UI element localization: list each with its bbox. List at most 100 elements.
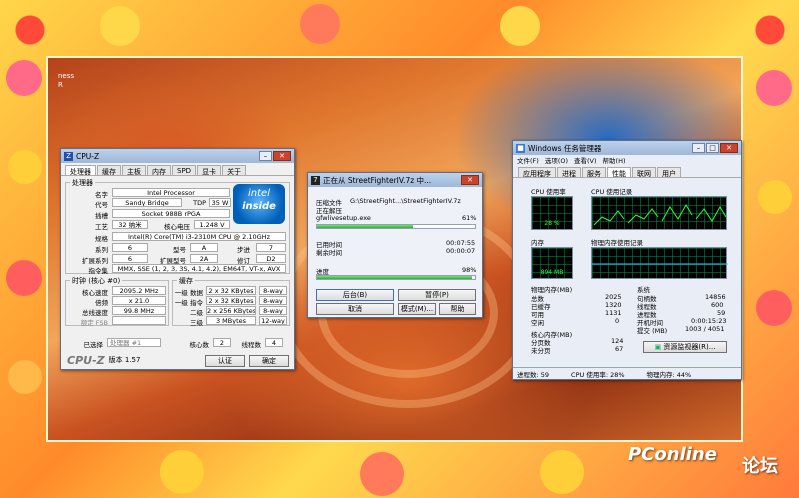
strawberry-decoration [756, 290, 792, 326]
validate-button[interactable]: 认证 [205, 355, 245, 367]
cake-decoration [160, 450, 204, 494]
l2-label: 二级 [190, 309, 203, 317]
tab-graphics[interactable]: 显卡 [197, 165, 222, 176]
instructions-label: 指令集 [88, 267, 109, 275]
menu-help[interactable]: 帮助(H) [603, 155, 626, 165]
ok-button[interactable]: 确定 [249, 355, 289, 367]
menu-view[interactable]: 查看(V) [574, 155, 597, 165]
package-value: Socket 988B rPGA [112, 209, 230, 218]
background-button[interactable]: 后台(B) [316, 289, 394, 301]
voltage-label: 核心电压 [164, 223, 190, 231]
memory-gauge: 894 MB [531, 247, 573, 279]
tab-users[interactable]: 用户 [657, 167, 681, 178]
cancel-button[interactable]: 取消 [316, 303, 394, 315]
file-progress-bar [316, 224, 476, 229]
pconline-watermark: PConline [628, 444, 717, 465]
resource-monitor-button[interactable]: ▣ 资源监视器(R)... [643, 341, 727, 353]
version-label: 版本 1.57 [108, 356, 141, 364]
commit-value: 1003 / 4051 [685, 325, 725, 333]
tab-applications[interactable]: 应用程序 [518, 167, 556, 178]
revision-value: D2 [256, 254, 286, 263]
core-speed-value: 2095.2 MHz [112, 286, 166, 295]
minimize-button[interactable]: – [259, 151, 272, 161]
taskmgr-titlebar[interactable]: ■ Windows 任务管理器 – □ ✕ [513, 141, 741, 155]
cpuz-logo: CPU-Z [67, 353, 105, 367]
l3-way: 12-way [259, 316, 287, 325]
multiplier-label: 倍频 [95, 299, 108, 307]
tab-memory[interactable]: 内存 [147, 165, 171, 176]
l1-inst-way: 8-way [259, 296, 287, 305]
clocks-group: 时钟 (核心 #0) 核心速度 2095.2 MHz 倍频 x 21.0 总线速… [65, 276, 169, 327]
family-value: 6 [112, 243, 148, 252]
tab-services[interactable]: 服务 [582, 167, 606, 178]
nonpaged-value: 67 [615, 345, 624, 353]
close-button[interactable]: ✕ [720, 143, 738, 153]
memory-history-label: 物理内存使用记录 [591, 239, 643, 247]
cpu-usage-gauge: 28 % [531, 196, 573, 230]
l1-data-label: 一级 数据 [174, 289, 203, 297]
menu-options[interactable]: 选项(O) [545, 155, 568, 165]
tab-performance[interactable]: 性能 [607, 167, 631, 178]
commit-label: 提交 (MB) [637, 327, 668, 335]
cpuz-titlebar[interactable]: Z CPU-Z – ✕ [61, 149, 294, 163]
remaining-label: 剩余时间 [316, 249, 342, 257]
help-button[interactable]: 帮助 [439, 303, 476, 315]
l3-label: 三级 [190, 319, 203, 327]
selection-label: 已选择 [83, 341, 104, 349]
stepping-label: 步进 [237, 246, 250, 254]
tab-networking[interactable]: 联网 [632, 167, 656, 178]
handles-value: 14856 [705, 293, 726, 301]
multiplier-value: x 21.0 [112, 296, 166, 305]
tab-processes[interactable]: 进程 [557, 167, 581, 178]
7zip-titlebar[interactable]: 7 正在从 StreetFighterIV.7z 中... ✕ [308, 173, 482, 187]
total-progress-bar [316, 275, 476, 280]
tab-processor[interactable]: 处理器 [65, 165, 96, 176]
ext-family-label: 扩展系列 [82, 257, 108, 265]
bus-speed-value: 99.8 MHz [112, 306, 166, 315]
bus-speed-label: 总线速度 [82, 309, 108, 317]
tab-cache[interactable]: 缓存 [97, 165, 121, 176]
nonpaged-label: 未分页 [531, 347, 551, 355]
fsb-label: 额定 FSB [80, 319, 108, 327]
tab-mainboard[interactable]: 主板 [122, 165, 146, 176]
window-title: Windows 任务管理器 [528, 143, 602, 153]
l2-value: 2 x 256 KBytes [206, 306, 256, 315]
resource-monitor-icon: ▣ [654, 343, 662, 351]
close-button[interactable]: ✕ [273, 151, 291, 161]
memory-history-graph [591, 247, 728, 279]
close-button[interactable]: ✕ [461, 175, 479, 185]
available-value: 1131 [605, 309, 622, 317]
cake-decoration [8, 360, 42, 394]
processes-value: 59 [717, 309, 726, 317]
cpu-usage-label: CPU 使用率 [531, 188, 566, 196]
current-file: gfwlivesetup.exe [316, 214, 371, 222]
tab-spd[interactable]: SPD [172, 165, 197, 175]
ext-model-value: 2A [190, 254, 218, 263]
l1-data-value: 2 x 32 KBytes [206, 286, 256, 295]
7zip-extract-window[interactable]: 7 正在从 StreetFighterIV.7z 中... ✕ 压缩文件 G:\… [307, 172, 483, 318]
memory-history-line [592, 263, 728, 265]
status-bar: 进程数: 59 CPU 使用率: 28% 物理内存: 44% [513, 367, 741, 379]
minimize-button[interactable]: – [692, 143, 705, 153]
package-label: 插槽 [95, 212, 108, 220]
cpuz-window[interactable]: Z CPU-Z – ✕ 处理器 缓存 主板 内存 SPD 显卡 关于 处理器 名… [60, 148, 295, 370]
cpuz-app-icon: Z [64, 151, 73, 161]
threads-value: 600 [711, 301, 724, 309]
ext-family-value: 6 [112, 254, 148, 263]
progress-percent: 98% [462, 266, 477, 274]
group-title: 缓存 [177, 276, 195, 286]
l3-value: 3 MBytes [206, 316, 256, 325]
pause-button[interactable]: 暂停(P) [398, 289, 476, 301]
task-manager-window[interactable]: ■ Windows 任务管理器 – □ ✕ 文件(F) 选项(O) 查看(V) … [512, 140, 742, 380]
mode-button[interactable]: 模式(M)... [398, 303, 436, 315]
l2-way: 8-way [259, 306, 287, 315]
group-title: 处理器 [70, 178, 95, 188]
cake-decoration [540, 450, 584, 494]
menu-file[interactable]: 文件(F) [517, 155, 539, 165]
elapsed-value: 00:07:55 [446, 239, 476, 247]
processor-select[interactable]: 处理器 #1 [107, 338, 161, 347]
model-value: A [190, 243, 218, 252]
group-title: 时钟 (核心 #0) [70, 276, 123, 286]
maximize-button[interactable]: □ [706, 143, 719, 153]
tab-about[interactable]: 关于 [222, 165, 247, 176]
